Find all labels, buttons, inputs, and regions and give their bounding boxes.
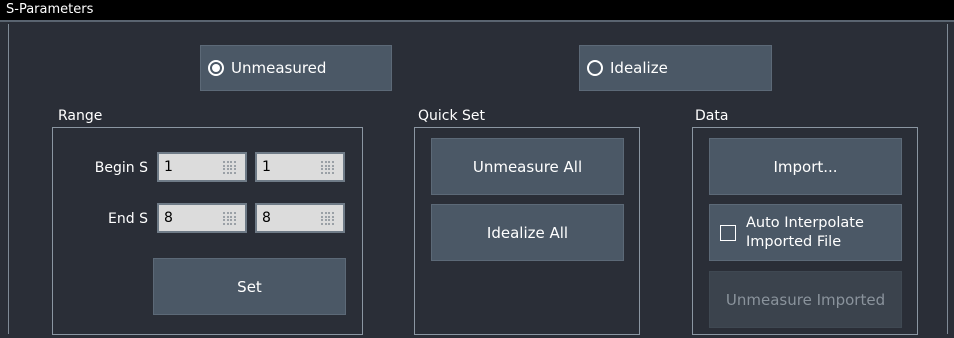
range-group-label: Range bbox=[58, 108, 103, 124]
checkbox-icon[interactable] bbox=[720, 224, 736, 241]
auto-interpolate-label: Auto Interpolate Imported File bbox=[746, 214, 864, 250]
import-button[interactable]: Import... bbox=[709, 138, 902, 195]
end-s-col-field[interactable]: 8 bbox=[255, 203, 345, 233]
set-button[interactable]: Set bbox=[153, 258, 346, 315]
unmeasure-all-button[interactable]: Unmeasure All bbox=[431, 138, 624, 195]
keypad-icon[interactable] bbox=[321, 161, 335, 174]
data-group-label: Data bbox=[695, 108, 729, 124]
end-s-label: End S bbox=[108, 211, 148, 227]
auto-interpolate-checkbox-button[interactable]: Auto Interpolate Imported File bbox=[709, 204, 902, 261]
keypad-icon[interactable] bbox=[223, 161, 237, 174]
idealize-radio[interactable]: Idealize bbox=[579, 45, 772, 91]
radio-selected-icon bbox=[208, 60, 224, 76]
unmeasured-radio-label: Unmeasured bbox=[231, 59, 327, 77]
end-s-col-value: 8 bbox=[262, 210, 271, 226]
quickset-group-label: Quick Set bbox=[418, 108, 486, 124]
end-s-row-value: 8 bbox=[164, 210, 173, 226]
begin-s-label: Begin S bbox=[94, 160, 148, 176]
keypad-icon[interactable] bbox=[321, 212, 335, 225]
unmeasure-imported-button[interactable]: Unmeasure Imported bbox=[709, 271, 902, 328]
window-title: S-Parameters bbox=[6, 2, 94, 17]
begin-s-row-value: 1 bbox=[164, 159, 173, 175]
begin-s-col-field[interactable]: 1 bbox=[255, 152, 345, 182]
begin-s-row-field[interactable]: 1 bbox=[157, 152, 247, 182]
radio-unselected-icon bbox=[587, 60, 603, 76]
title-bar: S-Parameters bbox=[0, 0, 954, 22]
unmeasured-radio[interactable]: Unmeasured bbox=[200, 45, 392, 91]
idealize-radio-label: Idealize bbox=[610, 59, 668, 77]
end-s-row-field[interactable]: 8 bbox=[157, 203, 247, 233]
idealize-all-button[interactable]: Idealize All bbox=[431, 204, 624, 261]
keypad-icon[interactable] bbox=[223, 212, 237, 225]
begin-s-col-value: 1 bbox=[262, 159, 271, 175]
